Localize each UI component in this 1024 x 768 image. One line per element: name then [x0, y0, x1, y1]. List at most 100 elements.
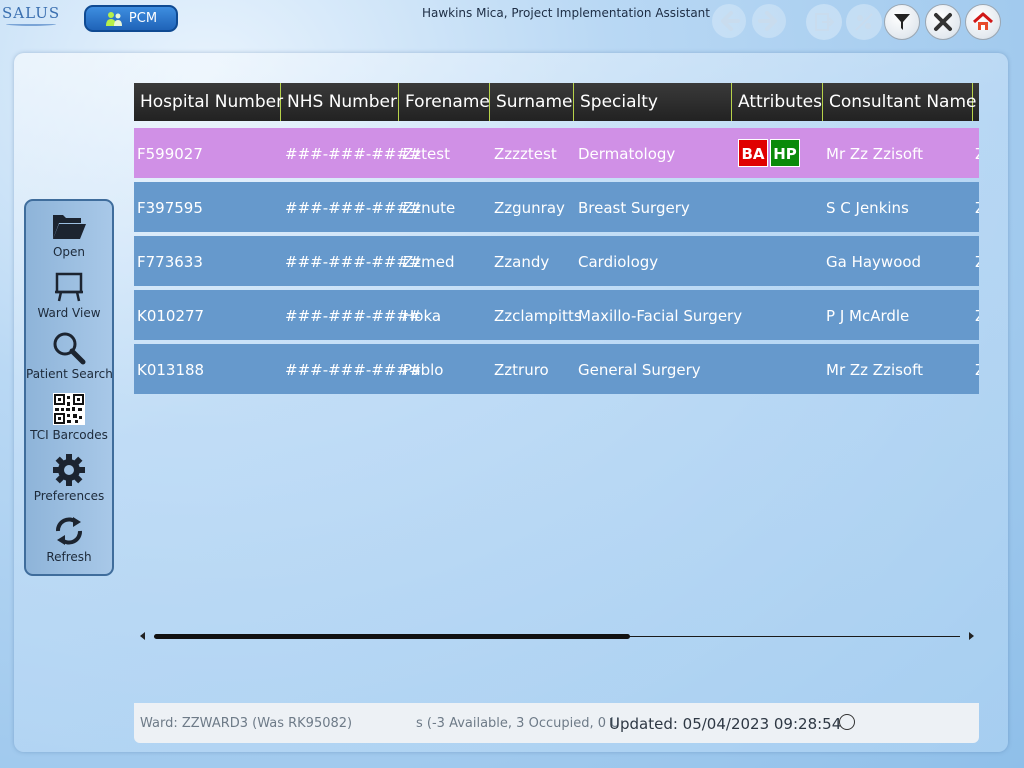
cell-extra: Z [975, 128, 979, 178]
sidebar-item-preferences[interactable]: Preferences [26, 453, 112, 511]
cell-consultant-name: P J McArdle [826, 307, 910, 325]
scroll-left-arrow[interactable] [140, 632, 145, 640]
cell-forename: Pablo [403, 361, 444, 379]
cell-specialty: General Surgery [578, 361, 701, 379]
scroll-right-arrow[interactable] [969, 632, 974, 640]
transfer-icon [855, 13, 873, 31]
top-bar: SALUS PCM Hawkins Mica, Project Implemen… [0, 0, 1024, 42]
exit-icon [815, 13, 835, 31]
table-row[interactable]: K013188 ###-###-#### Pablo Zztruro Gener… [134, 344, 979, 394]
cell-nhs-number: ###-###-#### [285, 199, 422, 217]
cell-surname: Zzgunray [494, 199, 565, 217]
arrow-right-icon [758, 11, 777, 31]
side-toolbar: Open Ward View Patient Search TCI Barcod… [24, 199, 114, 576]
cell-forename: Zztest [403, 145, 450, 163]
pcm-button[interactable]: PCM [84, 5, 178, 32]
grid-header: Hospital Number NHS Number Forename Surn… [134, 83, 979, 121]
cell-consultant-name: Mr Zz Zzisoft [826, 145, 924, 163]
cell-surname: Zzandy [494, 253, 550, 271]
magnifier-icon [53, 332, 86, 365]
whiteboard-icon [55, 272, 83, 302]
cell-hospital-number: F599027 [137, 145, 203, 163]
last-updated: Updated: 05/04/2023 09:28:54 [609, 715, 842, 733]
sidebar-item-open[interactable]: Open [26, 209, 112, 267]
people-icon [105, 11, 122, 26]
cell-specialty: Maxillo-Facial Surgery [578, 307, 743, 325]
cell-consultant-name: S C Jenkins [826, 199, 909, 217]
cell-forename: Zzmed [403, 253, 455, 271]
cell-extra: Z [975, 290, 979, 340]
cell-specialty: Breast Surgery [578, 199, 690, 217]
cell-surname: Zztruro [494, 361, 549, 379]
table-row[interactable]: F773633 ###-###-#### Zzmed Zzandy Cardio… [134, 236, 979, 286]
cell-specialty: Dermatology [578, 145, 676, 163]
horizontal-scrollbar[interactable] [140, 630, 974, 644]
close-button[interactable] [925, 4, 961, 40]
column-attributes[interactable]: Attributes [732, 83, 823, 121]
cell-hospital-number: F773633 [137, 253, 203, 271]
sidebar-item-patient-search[interactable]: Patient Search [26, 331, 113, 389]
home-icon [973, 12, 993, 30]
attribute-badge-hp: HP [770, 139, 800, 167]
sidebar-item-label: Refresh [46, 550, 92, 564]
cell-consultant-name: Mr Zz Zzisoft [826, 361, 924, 379]
cell-nhs-number: ###-###-#### [285, 253, 422, 271]
arrow-left-icon [721, 11, 740, 31]
scroll-thumb[interactable] [154, 634, 630, 639]
table-row[interactable]: K010277 ###-###-#### Hoka Zzclampitts Ma… [134, 290, 979, 340]
close-icon [934, 13, 952, 31]
cell-hospital-number: K013188 [137, 361, 205, 379]
column-specialty[interactable]: Specialty [574, 83, 732, 121]
cell-consultant-name: Ga Haywood [826, 253, 922, 271]
sidebar-item-label: Patient Search [26, 367, 113, 381]
sidebar-item-label: Open [52, 245, 86, 259]
sidebar-item-ward-view[interactable]: Ward View [26, 270, 112, 328]
cell-nhs-number: ###-###-#### [285, 307, 422, 325]
cell-nhs-number: ###-###-#### [285, 145, 422, 163]
sidebar-item-label: Ward View [37, 306, 101, 320]
cell-hospital-number: F397595 [137, 199, 203, 217]
sidebar-item-tci-barcodes[interactable]: TCI Barcodes [26, 392, 112, 450]
column-hospital-number[interactable]: Hospital Number [134, 83, 283, 121]
cell-forename: Zznute [403, 199, 456, 217]
cell-specialty: Cardiology [578, 253, 659, 271]
salus-logo: SALUS [2, 0, 60, 28]
cell-surname: Zzclampitts [494, 307, 582, 325]
home-button[interactable] [965, 4, 1001, 40]
refresh-indicator-icon [839, 714, 855, 730]
filter-icon [894, 14, 910, 30]
status-bar: Ward: ZZWARD3 (Was RK95082) s (-3 Availa… [134, 703, 979, 743]
bed-summary: s (-3 Available, 3 Occupied, 0 U [416, 716, 620, 731]
pcm-button-label: PCM [128, 11, 158, 26]
sidebar-item-label: TCI Barcodes [30, 428, 108, 442]
transfer-button[interactable] [846, 4, 882, 40]
column-consultant-name[interactable]: Consultant Name [823, 83, 976, 121]
cell-hospital-number: K010277 [137, 307, 205, 325]
gear-icon [53, 454, 85, 486]
ward-label: Ward: ZZWARD3 (Was RK95082) [140, 716, 353, 731]
table-row[interactable]: F397595 ###-###-#### Zznute Zzgunray Bre… [134, 182, 979, 232]
column-surname[interactable]: Surname [490, 83, 574, 121]
user-title: Hawkins Mica, Project Implementation Ass… [421, 6, 710, 20]
folder-open-icon [53, 215, 86, 239]
attribute-badge-ba: BA [738, 139, 768, 167]
column-nhs-number[interactable]: NHS Number [281, 83, 399, 121]
cell-extra: Z [975, 344, 979, 394]
cell-extra: Z [975, 182, 979, 232]
back-button[interactable] [712, 4, 746, 38]
cell-nhs-number: ###-###-#### [285, 361, 422, 379]
cell-surname: Zzzztest [494, 145, 557, 163]
sidebar-item-refresh[interactable]: Refresh [26, 514, 112, 572]
cell-extra: Z [975, 236, 979, 286]
exit-button[interactable] [806, 4, 842, 40]
qr-code-icon [53, 393, 85, 425]
forward-button[interactable] [752, 4, 786, 38]
cell-forename: Hoka [403, 307, 442, 325]
refresh-icon [56, 517, 82, 545]
column-extra[interactable]: Z [973, 83, 979, 121]
column-forename[interactable]: Forename [399, 83, 490, 121]
patient-grid: Hospital Number NHS Number Forename Surn… [134, 83, 979, 396]
sidebar-item-label: Preferences [33, 489, 105, 503]
table-row[interactable]: F599027 ###-###-#### Zztest Zzzztest Der… [134, 128, 979, 178]
filter-button[interactable] [884, 4, 920, 40]
